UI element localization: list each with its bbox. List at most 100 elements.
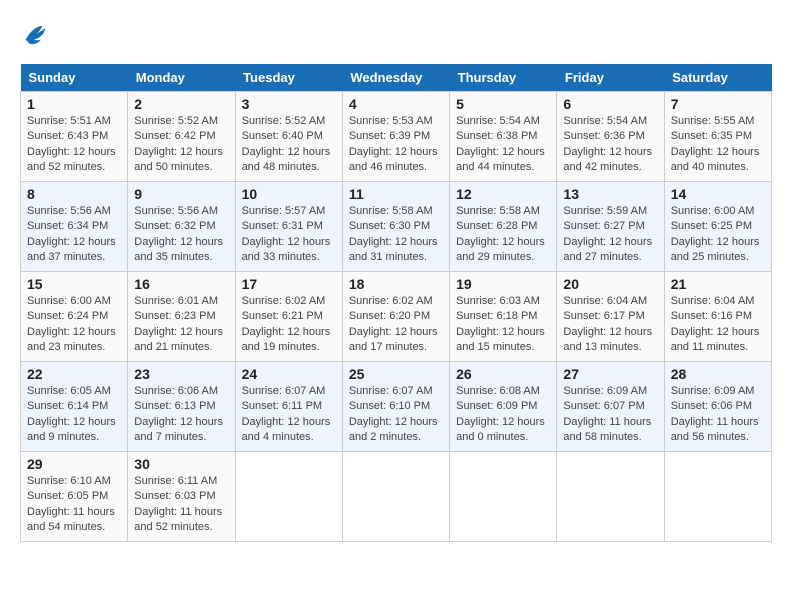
- day-number: 23: [134, 366, 228, 382]
- day-info: Sunrise: 6:10 AMSunset: 6:05 PMDaylight:…: [27, 475, 115, 533]
- day-number: 11: [349, 186, 443, 202]
- day-number: 7: [671, 96, 765, 112]
- calendar-week-2: 8 Sunrise: 5:56 AMSunset: 6:34 PMDayligh…: [21, 182, 772, 272]
- day-number: 26: [456, 366, 550, 382]
- weekday-header-monday: Monday: [128, 64, 235, 92]
- day-info: Sunrise: 6:06 AMSunset: 6:13 PMDaylight:…: [134, 385, 223, 443]
- day-number: 10: [242, 186, 336, 202]
- calendar-cell-7: 7 Sunrise: 5:55 AMSunset: 6:35 PMDayligh…: [664, 92, 771, 182]
- calendar-cell-23: 23 Sunrise: 6:06 AMSunset: 6:13 PMDaylig…: [128, 362, 235, 452]
- calendar-cell-21: 21 Sunrise: 6:04 AMSunset: 6:16 PMDaylig…: [664, 272, 771, 362]
- day-number: 21: [671, 276, 765, 292]
- day-info: Sunrise: 5:52 AMSunset: 6:40 PMDaylight:…: [242, 115, 331, 173]
- calendar-cell-10: 10 Sunrise: 5:57 AMSunset: 6:31 PMDaylig…: [235, 182, 342, 272]
- day-info: Sunrise: 6:04 AMSunset: 6:16 PMDaylight:…: [671, 295, 760, 353]
- calendar-cell-2: 2 Sunrise: 5:52 AMSunset: 6:42 PMDayligh…: [128, 92, 235, 182]
- day-number: 30: [134, 456, 228, 472]
- day-number: 2: [134, 96, 228, 112]
- calendar-cell-15: 15 Sunrise: 6:00 AMSunset: 6:24 PMDaylig…: [21, 272, 128, 362]
- weekday-header-sunday: Sunday: [21, 64, 128, 92]
- day-number: 1: [27, 96, 121, 112]
- day-number: 28: [671, 366, 765, 382]
- day-number: 27: [563, 366, 657, 382]
- calendar-cell-9: 9 Sunrise: 5:56 AMSunset: 6:32 PMDayligh…: [128, 182, 235, 272]
- day-number: 14: [671, 186, 765, 202]
- day-number: 8: [27, 186, 121, 202]
- calendar-week-3: 15 Sunrise: 6:00 AMSunset: 6:24 PMDaylig…: [21, 272, 772, 362]
- calendar-cell-22: 22 Sunrise: 6:05 AMSunset: 6:14 PMDaylig…: [21, 362, 128, 452]
- day-info: Sunrise: 6:07 AMSunset: 6:11 PMDaylight:…: [242, 385, 331, 443]
- day-info: Sunrise: 6:04 AMSunset: 6:17 PMDaylight:…: [563, 295, 652, 353]
- day-info: Sunrise: 5:55 AMSunset: 6:35 PMDaylight:…: [671, 115, 760, 173]
- calendar-week-5: 29 Sunrise: 6:10 AMSunset: 6:05 PMDaylig…: [21, 452, 772, 542]
- weekday-header-tuesday: Tuesday: [235, 64, 342, 92]
- day-info: Sunrise: 6:02 AMSunset: 6:20 PMDaylight:…: [349, 295, 438, 353]
- weekday-header-thursday: Thursday: [450, 64, 557, 92]
- calendar-cell-27: 27 Sunrise: 6:09 AMSunset: 6:07 PMDaylig…: [557, 362, 664, 452]
- day-number: 25: [349, 366, 443, 382]
- day-number: 20: [563, 276, 657, 292]
- day-info: Sunrise: 6:00 AMSunset: 6:24 PMDaylight:…: [27, 295, 116, 353]
- day-info: Sunrise: 6:00 AMSunset: 6:25 PMDaylight:…: [671, 205, 760, 263]
- day-info: Sunrise: 6:11 AMSunset: 6:03 PMDaylight:…: [134, 475, 222, 533]
- day-number: 15: [27, 276, 121, 292]
- calendar-cell-6: 6 Sunrise: 5:54 AMSunset: 6:36 PMDayligh…: [557, 92, 664, 182]
- calendar-cell-30: 30 Sunrise: 6:11 AMSunset: 6:03 PMDaylig…: [128, 452, 235, 542]
- day-number: 9: [134, 186, 228, 202]
- day-number: 22: [27, 366, 121, 382]
- calendar-cell-20: 20 Sunrise: 6:04 AMSunset: 6:17 PMDaylig…: [557, 272, 664, 362]
- page-header: [20, 20, 772, 48]
- day-info: Sunrise: 5:58 AMSunset: 6:28 PMDaylight:…: [456, 205, 545, 263]
- day-info: Sunrise: 5:52 AMSunset: 6:42 PMDaylight:…: [134, 115, 223, 173]
- day-info: Sunrise: 6:01 AMSunset: 6:23 PMDaylight:…: [134, 295, 223, 353]
- calendar-cell-empty: [235, 452, 342, 542]
- calendar-cell-empty: [450, 452, 557, 542]
- day-info: Sunrise: 5:57 AMSunset: 6:31 PMDaylight:…: [242, 205, 331, 263]
- calendar-cell-17: 17 Sunrise: 6:02 AMSunset: 6:21 PMDaylig…: [235, 272, 342, 362]
- weekday-header-friday: Friday: [557, 64, 664, 92]
- logo: [20, 20, 52, 48]
- day-info: Sunrise: 6:09 AMSunset: 6:06 PMDaylight:…: [671, 385, 759, 443]
- calendar-week-4: 22 Sunrise: 6:05 AMSunset: 6:14 PMDaylig…: [21, 362, 772, 452]
- calendar-cell-25: 25 Sunrise: 6:07 AMSunset: 6:10 PMDaylig…: [342, 362, 449, 452]
- calendar-cell-13: 13 Sunrise: 5:59 AMSunset: 6:27 PMDaylig…: [557, 182, 664, 272]
- calendar-cell-4: 4 Sunrise: 5:53 AMSunset: 6:39 PMDayligh…: [342, 92, 449, 182]
- calendar-cell-28: 28 Sunrise: 6:09 AMSunset: 6:06 PMDaylig…: [664, 362, 771, 452]
- day-number: 24: [242, 366, 336, 382]
- calendar-cell-12: 12 Sunrise: 5:58 AMSunset: 6:28 PMDaylig…: [450, 182, 557, 272]
- calendar-cell-29: 29 Sunrise: 6:10 AMSunset: 6:05 PMDaylig…: [21, 452, 128, 542]
- day-info: Sunrise: 6:02 AMSunset: 6:21 PMDaylight:…: [242, 295, 331, 353]
- calendar-cell-14: 14 Sunrise: 6:00 AMSunset: 6:25 PMDaylig…: [664, 182, 771, 272]
- calendar-cell-3: 3 Sunrise: 5:52 AMSunset: 6:40 PMDayligh…: [235, 92, 342, 182]
- day-info: Sunrise: 6:05 AMSunset: 6:14 PMDaylight:…: [27, 385, 116, 443]
- day-info: Sunrise: 5:59 AMSunset: 6:27 PMDaylight:…: [563, 205, 652, 263]
- day-number: 5: [456, 96, 550, 112]
- calendar-week-1: 1 Sunrise: 5:51 AMSunset: 6:43 PMDayligh…: [21, 92, 772, 182]
- day-number: 3: [242, 96, 336, 112]
- day-info: Sunrise: 6:08 AMSunset: 6:09 PMDaylight:…: [456, 385, 545, 443]
- weekday-header-saturday: Saturday: [664, 64, 771, 92]
- day-info: Sunrise: 5:53 AMSunset: 6:39 PMDaylight:…: [349, 115, 438, 173]
- day-info: Sunrise: 5:54 AMSunset: 6:36 PMDaylight:…: [563, 115, 652, 173]
- calendar-header-row: SundayMondayTuesdayWednesdayThursdayFrid…: [21, 64, 772, 92]
- day-number: 16: [134, 276, 228, 292]
- calendar-cell-18: 18 Sunrise: 6:02 AMSunset: 6:20 PMDaylig…: [342, 272, 449, 362]
- calendar-table: SundayMondayTuesdayWednesdayThursdayFrid…: [20, 64, 772, 542]
- logo-bird-icon: [20, 20, 48, 48]
- calendar-cell-8: 8 Sunrise: 5:56 AMSunset: 6:34 PMDayligh…: [21, 182, 128, 272]
- calendar-cell-empty: [664, 452, 771, 542]
- day-info: Sunrise: 5:56 AMSunset: 6:32 PMDaylight:…: [134, 205, 223, 263]
- day-info: Sunrise: 6:09 AMSunset: 6:07 PMDaylight:…: [563, 385, 651, 443]
- day-number: 29: [27, 456, 121, 472]
- day-info: Sunrise: 5:58 AMSunset: 6:30 PMDaylight:…: [349, 205, 438, 263]
- calendar-cell-empty: [557, 452, 664, 542]
- day-number: 19: [456, 276, 550, 292]
- day-number: 12: [456, 186, 550, 202]
- calendar-cell-19: 19 Sunrise: 6:03 AMSunset: 6:18 PMDaylig…: [450, 272, 557, 362]
- day-number: 6: [563, 96, 657, 112]
- day-number: 4: [349, 96, 443, 112]
- day-info: Sunrise: 5:51 AMSunset: 6:43 PMDaylight:…: [27, 115, 116, 173]
- calendar-cell-16: 16 Sunrise: 6:01 AMSunset: 6:23 PMDaylig…: [128, 272, 235, 362]
- day-info: Sunrise: 5:56 AMSunset: 6:34 PMDaylight:…: [27, 205, 116, 263]
- day-number: 13: [563, 186, 657, 202]
